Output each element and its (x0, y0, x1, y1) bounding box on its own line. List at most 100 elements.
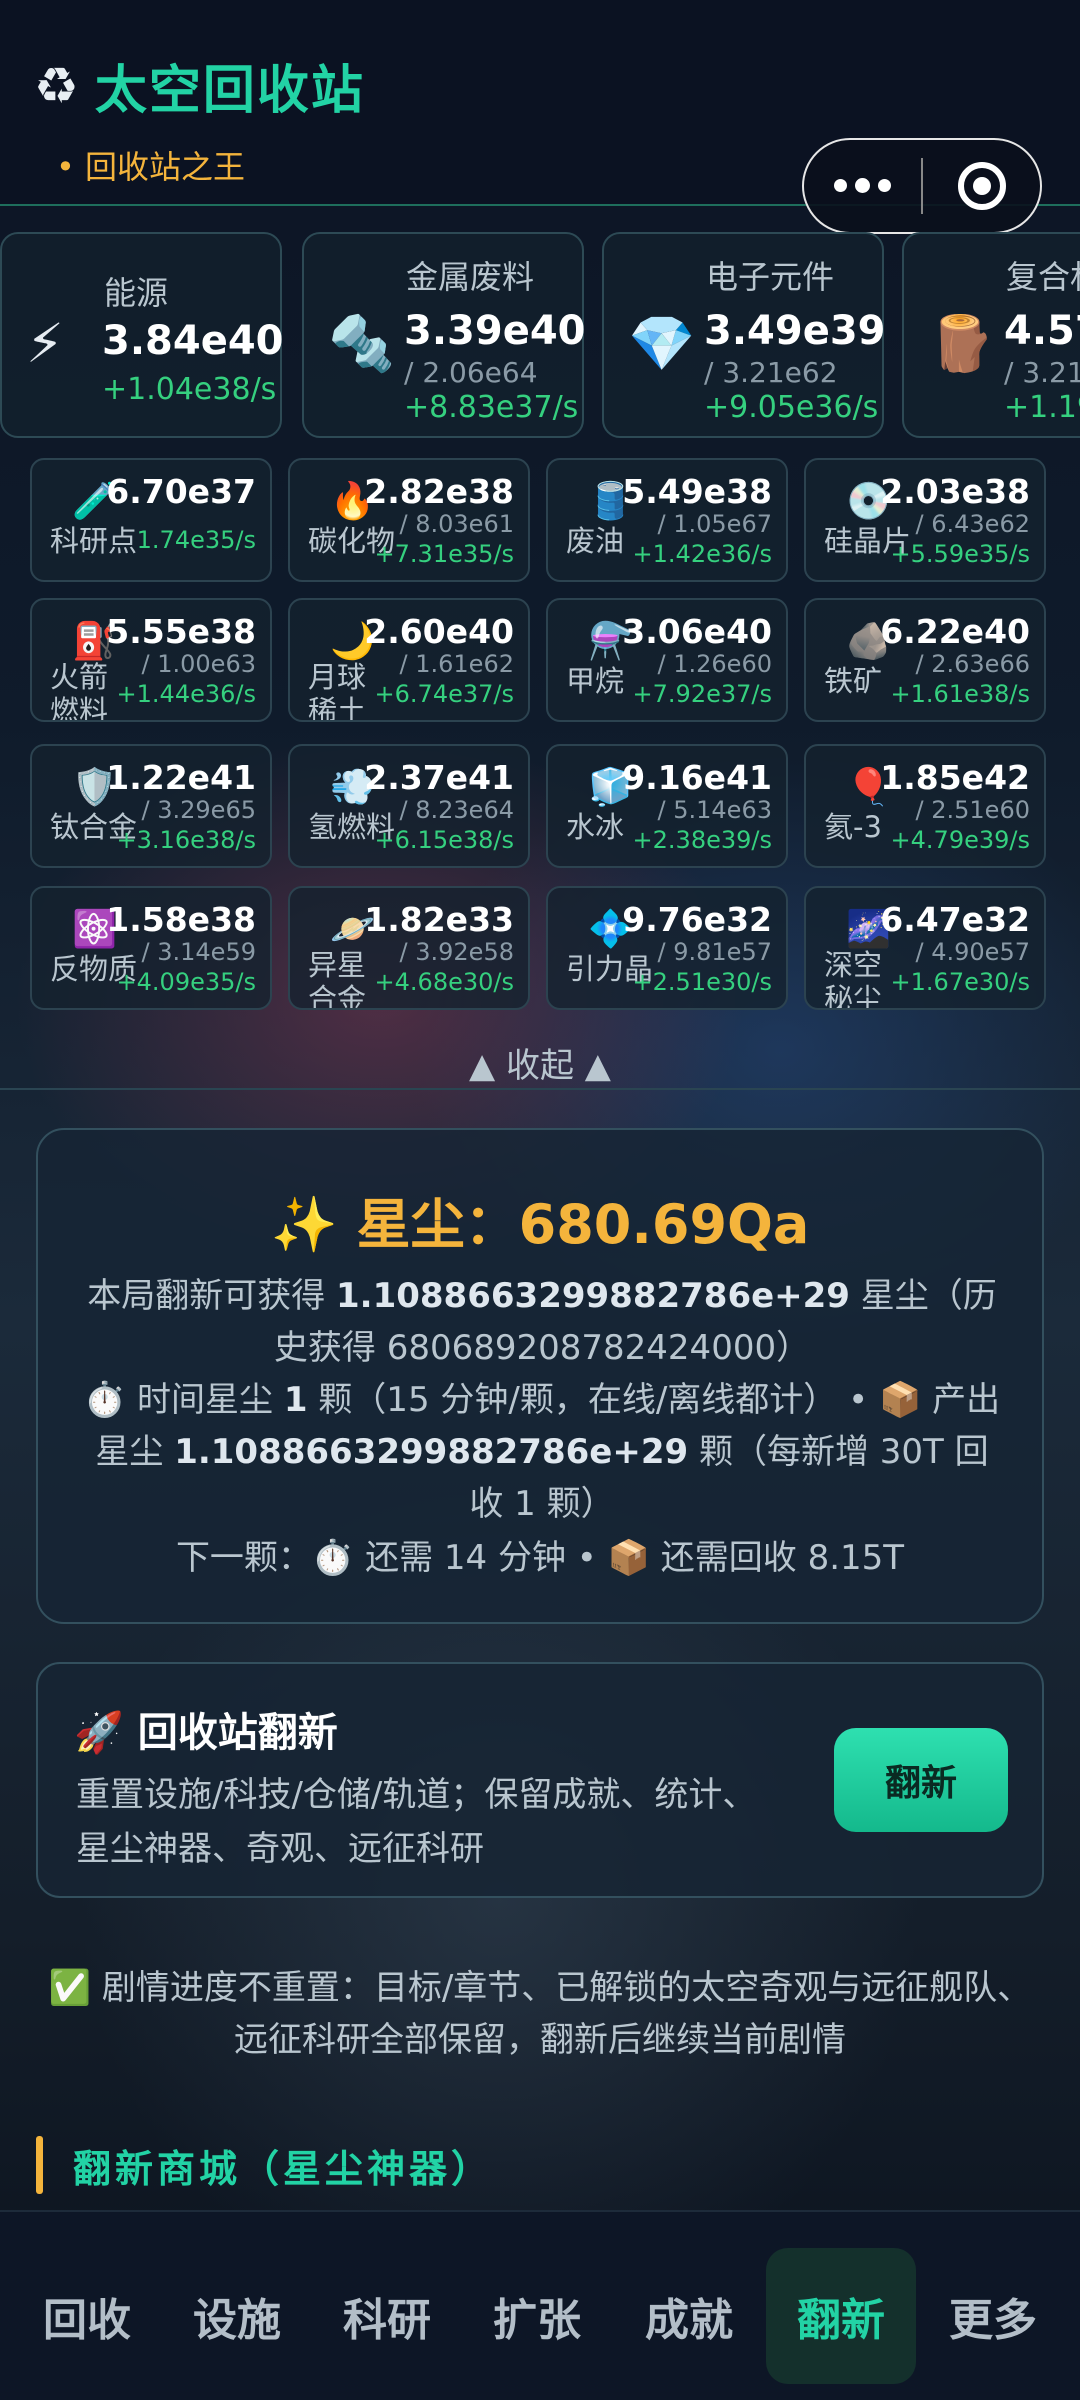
resource-rate: +4.09e35/s (116, 968, 256, 996)
gem-icon: 💎 (628, 312, 696, 375)
close-miniprogram-button[interactable] (923, 162, 1040, 210)
resource-rate: +1.61e38/s (890, 680, 1030, 708)
resource-card[interactable]: ⚗️ 甲烷 3.06e40/ 1.26e60 +7.92e37/s (546, 598, 788, 722)
resource-value: 1.82e33 (364, 900, 514, 939)
tab-0[interactable]: 回收 (12, 2248, 162, 2384)
time-stardust-count: 1 (283, 1380, 308, 1420)
resource-name: 氦-3 (824, 810, 882, 844)
resource-name: 铁矿 (824, 664, 883, 698)
resource-value: 9.76e32 (622, 900, 772, 939)
tab-2[interactable]: 科研 (312, 2248, 462, 2384)
resource-value: 4.57 (1004, 308, 1080, 354)
miniprogram-capsule (802, 138, 1042, 234)
resource-name: 复合材 (1006, 258, 1080, 296)
resource-capacity: / 1.00e63 (141, 650, 256, 678)
resource-name: 科研点 (50, 524, 138, 558)
more-menu-button[interactable] (804, 178, 921, 193)
resource-rate: +3.16e38/s (116, 826, 256, 854)
resource-rate: +5.59e35/s (890, 540, 1030, 568)
subtitle-rank: • 回收站之王 (56, 148, 246, 186)
resource-card-energy[interactable]: 能源 ⚡ 3.84e40 +1.04e38/s (0, 232, 284, 438)
resource-card-composite[interactable]: 复合材 🪵 4.57 / 3.21 +1.19 (902, 232, 1080, 438)
page-title: 太空回收站 (94, 61, 365, 121)
resource-card[interactable]: 💿 硅晶片 2.03e38/ 6.43e62 +5.59e35/s (804, 458, 1046, 582)
resource-rate: +4.68e30/s (374, 968, 514, 996)
resource-card[interactable]: 🪐 异星合金 1.82e33/ 3.92e58 +4.68e30/s (288, 886, 530, 1010)
resource-value: 9.16e41 (622, 758, 772, 797)
resource-rate: +2.38e39/s (632, 826, 772, 854)
resource-capacity: / 6.43e62 (915, 510, 1030, 538)
resource-name: 电子元件 (706, 258, 835, 296)
resource-card[interactable]: 💨 氢燃料 2.37e41/ 8.23e64 +6.15e38/s (288, 744, 530, 868)
refresh-button[interactable]: 翻新 (834, 1728, 1008, 1832)
resource-capacity: / 8.03e61 (399, 510, 514, 538)
resource-card[interactable]: 🛡️ 钛合金 1.22e41/ 3.29e65 +3.16e38/s (30, 744, 272, 868)
resource-name: 火箭燃料 (50, 660, 109, 722)
resource-capacity: / 2.51e60 (915, 796, 1030, 824)
resource-value: 6.70e37 (106, 472, 256, 511)
story-progress-note: ✅ 剧情进度不重置：目标/章节、已解锁的太空奇观与远征舰队、远征科研全部保留，翻… (48, 1968, 1032, 2060)
stardust-details: 本局翻新可获得 1.1088663299882786e+29 星尘（历史获得 6… (83, 1276, 1001, 1524)
shop-title: 翻新商城（星尘神器） (73, 2146, 494, 2191)
resource-rate: +1.42e36/s (632, 540, 772, 568)
resource-card[interactable]: 🪨 铁矿 6.22e40/ 2.63e66 +1.61e38/s (804, 598, 1046, 722)
resource-card[interactable]: 🧪 科研点 6.70e37 1.74e35/s (30, 458, 272, 582)
resource-rate: +8.83e37/s (404, 390, 579, 425)
resource-capacity: / 5.14e63 (657, 796, 772, 824)
resource-capacity: / 3.21 (1004, 356, 1080, 389)
tab-3[interactable]: 扩张 (462, 2248, 612, 2384)
resource-value: 3.06e40 (622, 612, 772, 651)
resource-capacity: / 2.63e66 (915, 650, 1030, 678)
resource-value: 2.82e38 (364, 472, 514, 511)
resource-card-metal-scrap[interactable]: 金属废料 🔩 3.39e40 / 2.06e64 +8.83e37/s (302, 232, 585, 438)
resource-capacity: / 4.90e57 (915, 938, 1030, 966)
resource-value: 1.22e41 (106, 758, 256, 797)
app-header: ♻ 太空回收站 • 回收站之王 (0, 0, 1080, 234)
resource-card[interactable]: ⛽ 火箭燃料 5.55e38/ 1.00e63 +1.44e36/s (30, 598, 272, 722)
resource-name: 能源 (104, 274, 169, 312)
refresh-shop-header: 翻新商城（星尘神器） (36, 2136, 493, 2194)
resource-value: 5.49e38 (622, 472, 772, 511)
tab-5[interactable]: 翻新 (766, 2248, 916, 2384)
refresh-reward-value: 1.1088663299882786e+29 (336, 1276, 850, 1316)
resource-capacity: / 3.29e65 (141, 796, 256, 824)
resource-capacity: / 1.05e67 (657, 510, 772, 538)
resource-value: 6.47e32 (880, 900, 1030, 939)
resource-rate: +7.92e37/s (632, 680, 772, 708)
resource-card[interactable]: 🛢️ 废油 5.49e38/ 1.05e67 +1.42e36/s (546, 458, 788, 582)
lightning-icon: ⚡ (26, 312, 64, 375)
refresh-description: 重置设施/科技/仓储/轨道；保留成就、统计、星尘神器、奇观、远征科研 (76, 1775, 757, 1869)
stardust-panel: ✨ 星尘：680.69Qa 本局翻新可获得 1.1088663299882786… (36, 1128, 1044, 1624)
resource-rate: +1.04e38/s (102, 372, 277, 407)
tab-1[interactable]: 设施 (162, 2248, 312, 2384)
resource-name: 甲烷 (566, 664, 625, 698)
resource-card[interactable]: 🔥 碳化物 2.82e38/ 8.03e61 +7.31e35/s (288, 458, 530, 582)
resource-name: 废油 (566, 524, 625, 558)
resource-card[interactable]: 🧊 水冰 9.16e41/ 5.14e63 +2.38e39/s (546, 744, 788, 868)
resource-capacity: / 2.06e64 (404, 356, 538, 389)
resource-rate: 1.74e35/s (136, 526, 256, 554)
nut-bolt-icon: 🔩 (328, 312, 396, 375)
resource-value: 3.49e39 (704, 308, 886, 354)
stardust-total: ✨ 星尘：680.69Qa (270, 1193, 810, 1256)
resource-card-electronics[interactable]: 电子元件 💎 3.49e39 / 3.21e62 +9.05e36/s (602, 232, 886, 438)
resource-card[interactable]: 🌙 月球稀土 2.60e40/ 1.61e62 +6.74e37/s (288, 598, 530, 722)
resource-value: 2.60e40 (364, 612, 514, 651)
resource-card[interactable]: ⚛️ 反物质 1.58e38/ 3.14e59 +4.09e35/s (30, 886, 272, 1010)
resource-capacity: / 3.92e58 (399, 938, 514, 966)
app-title: ♻ 太空回收站 (34, 48, 365, 123)
collapse-toggle[interactable]: ▲ 收起 ▲ (0, 1038, 1080, 1087)
resource-capacity: / 1.61e62 (399, 650, 514, 678)
resource-card[interactable]: 🎈 氦-3 1.85e42/ 2.51e60 +4.79e39/s (804, 744, 1046, 868)
resource-rate: +6.15e38/s (374, 826, 514, 854)
top-resource-strip[interactable]: 能源 ⚡ 3.84e40 +1.04e38/s 金属废料 🔩 3.39e40 /… (0, 232, 1080, 442)
resource-card[interactable]: 🌌 深空秘尘 6.47e32/ 4.90e57 +1.67e30/s (804, 886, 1046, 1010)
tab-6[interactable]: 更多 (918, 2248, 1068, 2384)
station-refresh-panel: 🚀 回收站翻新 重置设施/科技/仓储/轨道；保留成就、统计、星尘神器、奇观、远征… (36, 1662, 1044, 1898)
target-icon (957, 162, 1006, 210)
resource-name: 异星合金 (308, 948, 367, 1010)
tab-4[interactable]: 成就 (614, 2248, 764, 2384)
resource-capacity: / 3.21e62 (704, 356, 838, 389)
resource-card[interactable]: 💠 引力晶 9.76e32/ 9.81e57 +2.51e30/s (546, 886, 788, 1010)
resource-value: 3.84e40 (102, 318, 284, 364)
